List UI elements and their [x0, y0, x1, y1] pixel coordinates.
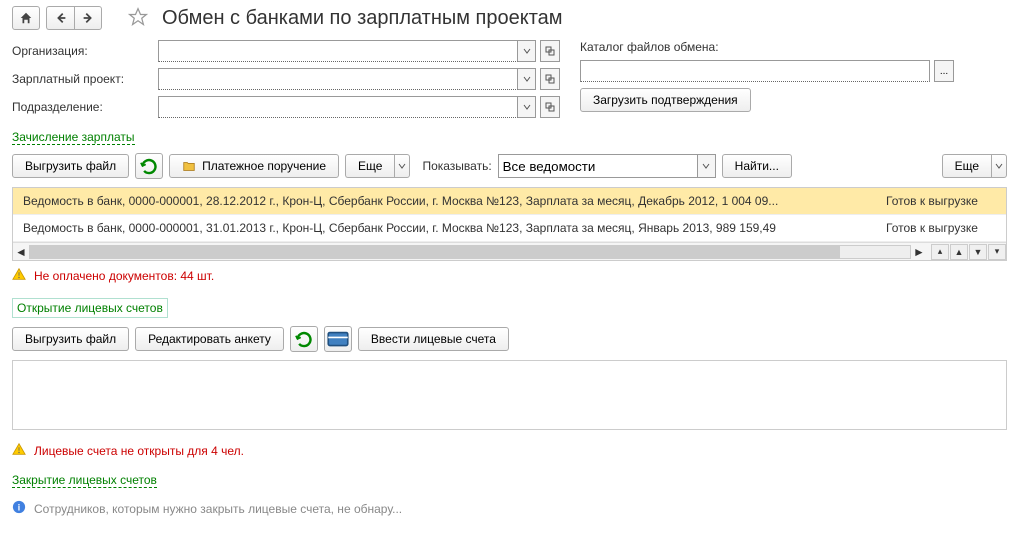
export-file-button-2[interactable]: Выгрузить файл — [12, 327, 129, 351]
dept-dropdown[interactable] — [518, 96, 536, 118]
org-dropdown[interactable] — [518, 40, 536, 62]
nav-down[interactable]: ▼ — [969, 244, 987, 260]
folder-icon — [182, 159, 196, 173]
org-label: Организация: — [12, 44, 152, 58]
org-input[interactable] — [158, 40, 518, 62]
chevron-down-icon — [523, 47, 531, 55]
chevron-down-icon — [995, 162, 1003, 170]
svg-text:i: i — [18, 503, 20, 513]
open-icon — [545, 74, 555, 84]
favorite-button[interactable] — [128, 7, 148, 30]
show-select[interactable] — [498, 154, 698, 178]
info-text: Сотрудников, которым нужно закрыть лицев… — [34, 502, 402, 516]
more-dropdown-2[interactable] — [991, 154, 1007, 178]
star-icon — [128, 7, 148, 27]
warning-text-2: Лицевые счета не открыты для 4 чел. — [34, 444, 244, 458]
catalog-label: Каталог файлов обмена: — [580, 40, 954, 54]
row-status: Готов к выгрузке — [866, 194, 996, 208]
dept-input[interactable] — [158, 96, 518, 118]
warning-text: Не оплачено документов: 44 шт. — [34, 269, 214, 283]
catalog-browse[interactable]: ... — [934, 60, 954, 82]
payment-order-button[interactable]: Платежное поручение — [169, 154, 339, 178]
refresh-button[interactable] — [135, 153, 163, 179]
row-desc: Ведомость в банк, 0000-000001, 28.12.201… — [23, 194, 866, 208]
chevron-down-icon — [523, 75, 531, 83]
table-row[interactable]: Ведомость в банк, 0000-000001, 28.12.201… — [13, 188, 1006, 215]
open-icon — [545, 102, 555, 112]
horizontal-scrollbar[interactable]: ◄ ► ▴ ▲ ▼ ▾ — [13, 242, 1006, 260]
edit-form-button[interactable]: Редактировать анкету — [135, 327, 284, 351]
find-button[interactable]: Найти... — [722, 154, 792, 178]
load-confirm-button[interactable]: Загрузить подтверждения — [580, 88, 751, 112]
show-dropdown[interactable] — [698, 154, 716, 178]
chevron-down-icon — [702, 162, 710, 170]
dept-label: Подразделение: — [12, 100, 152, 114]
catalog-input[interactable] — [580, 60, 930, 82]
open-icon — [545, 46, 555, 56]
project-open[interactable] — [540, 68, 560, 90]
back-button[interactable] — [46, 6, 74, 30]
payroll-table: Ведомость в банк, 0000-000001, 28.12.201… — [12, 187, 1007, 261]
row-status: Готов к выгрузке — [866, 221, 996, 235]
refresh-icon — [136, 153, 162, 179]
accounts-list — [12, 360, 1007, 430]
section1-link[interactable]: Зачисление зарплаты — [12, 130, 135, 145]
section3-link[interactable]: Закрытие лицевых счетов — [12, 473, 157, 488]
scroll-right[interactable]: ► — [911, 244, 927, 260]
card-button[interactable] — [324, 326, 352, 352]
payment-order-label: Платежное поручение — [202, 159, 326, 173]
more-button-1[interactable]: Еще — [345, 154, 394, 178]
refresh-icon — [291, 326, 317, 352]
more-button-2[interactable]: Еще — [942, 154, 991, 178]
section2-link[interactable]: Открытие лицевых счетов — [12, 298, 168, 318]
project-label: Зарплатный проект: — [12, 72, 152, 86]
row-desc: Ведомость в банк, 0000-000001, 31.01.201… — [23, 221, 866, 235]
more-dropdown-1[interactable] — [394, 154, 410, 178]
warning-icon — [12, 267, 26, 284]
chevron-down-icon — [398, 162, 406, 170]
table-row[interactable]: Ведомость в банк, 0000-000001, 31.01.201… — [13, 215, 1006, 242]
warning-icon — [12, 442, 26, 459]
card-icon — [325, 326, 351, 352]
dept-open[interactable] — [540, 96, 560, 118]
nav-up[interactable]: ▲ — [950, 244, 968, 260]
arrow-left-icon — [54, 11, 68, 25]
show-label: Показывать: — [422, 159, 491, 173]
export-file-button[interactable]: Выгрузить файл — [12, 154, 129, 178]
enter-accounts-button[interactable]: Ввести лицевые счета — [358, 327, 509, 351]
forward-button[interactable] — [74, 6, 102, 30]
home-button[interactable] — [12, 6, 40, 30]
project-input[interactable] — [158, 68, 518, 90]
page-title: Обмен с банками по зарплатным проектам — [162, 7, 563, 30]
nav-first[interactable]: ▴ — [931, 244, 949, 260]
project-dropdown[interactable] — [518, 68, 536, 90]
chevron-down-icon — [523, 103, 531, 111]
info-icon: i — [12, 500, 26, 517]
arrow-right-icon — [81, 11, 95, 25]
scroll-left[interactable]: ◄ — [13, 244, 29, 260]
refresh-button-2[interactable] — [290, 326, 318, 352]
org-open[interactable] — [540, 40, 560, 62]
nav-last[interactable]: ▾ — [988, 244, 1006, 260]
home-icon — [19, 11, 33, 25]
